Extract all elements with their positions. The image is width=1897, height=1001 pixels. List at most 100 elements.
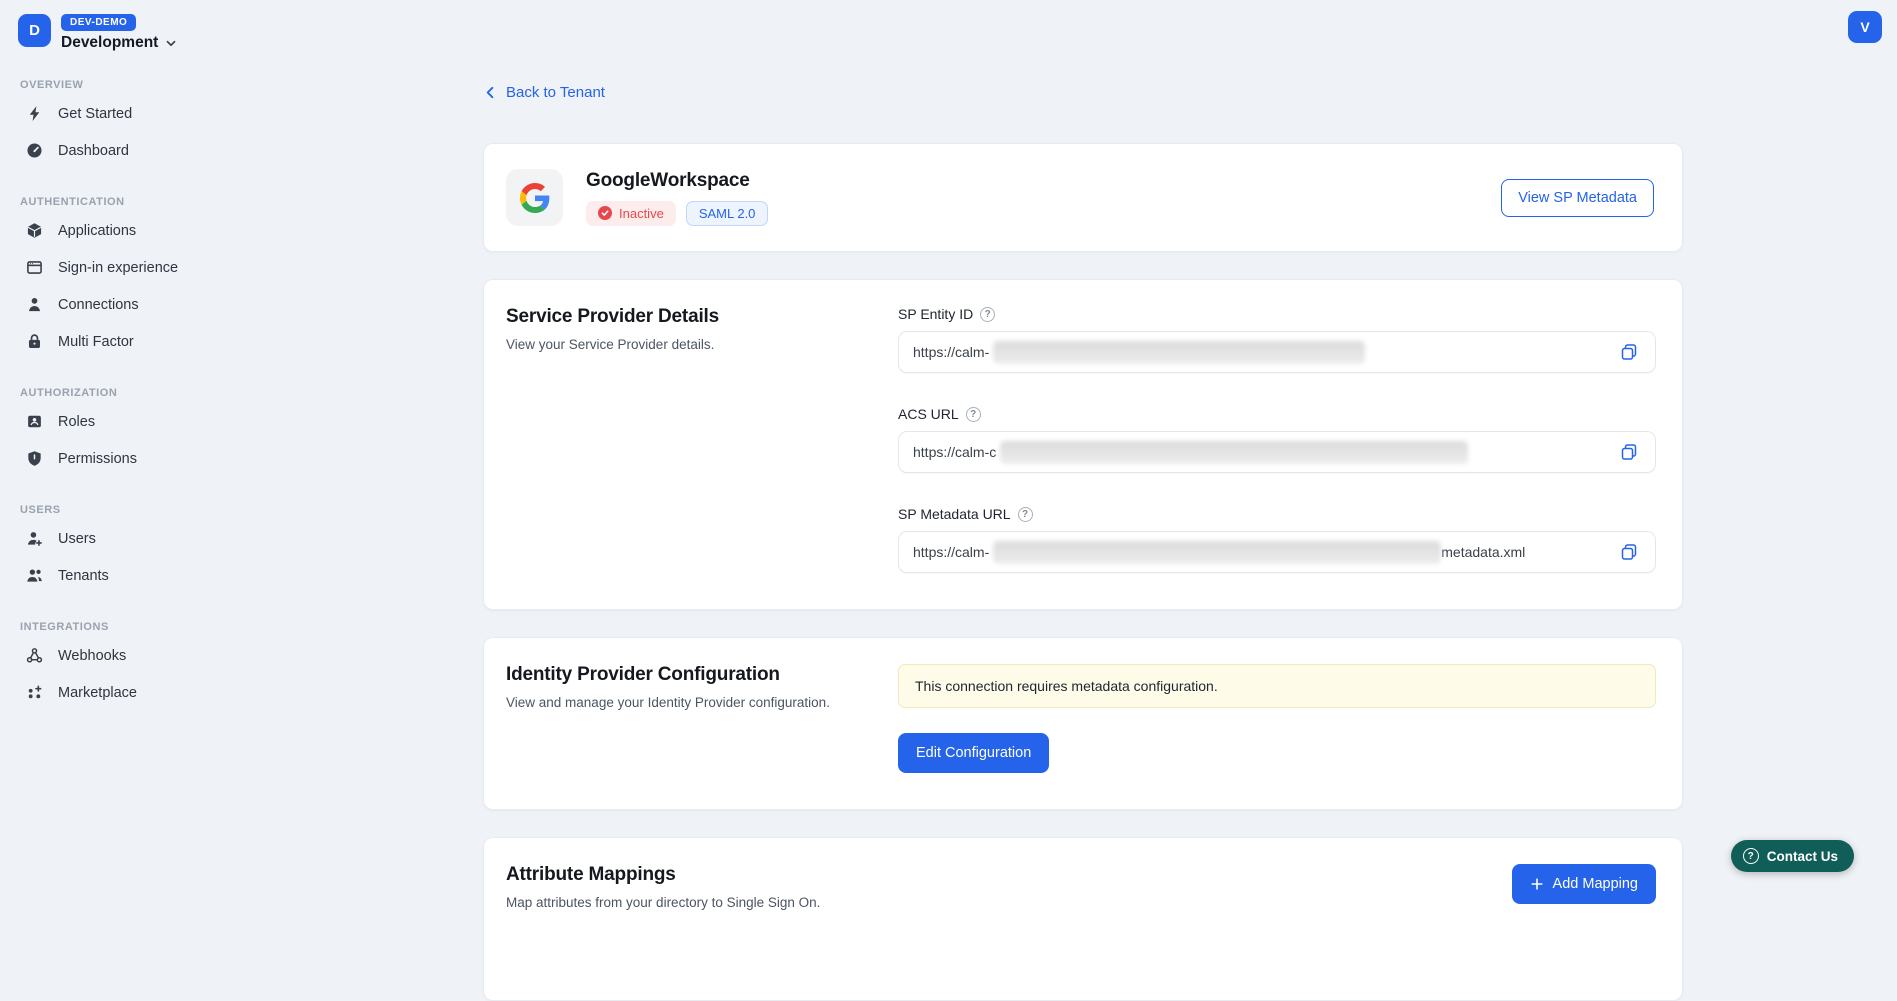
chevron-down-icon — [164, 36, 178, 50]
user-plus-icon — [26, 530, 43, 547]
sp-metadata-url-field: SP Metadata URL ? https://calm- metadata… — [898, 506, 1656, 573]
webhook-icon — [26, 647, 43, 664]
back-link-label: Back to Tenant — [506, 84, 605, 101]
sp-metadata-url-value[interactable]: https://calm- metadata.xml — [898, 531, 1656, 573]
contact-us-button[interactable]: ? Contact Us — [1731, 840, 1854, 872]
sidebar-item-multi-factor[interactable]: Multi Factor — [18, 323, 282, 360]
metadata-required-alert: This connection requires metadata config… — [898, 664, 1656, 708]
help-icon[interactable]: ? — [980, 307, 995, 322]
section-title: Attribute Mappings — [506, 864, 831, 886]
people-icon — [26, 567, 43, 584]
workspace-name: Development — [61, 34, 158, 52]
sidebar-item-applications[interactable]: Applications — [18, 212, 282, 249]
contact-us-label: Contact Us — [1767, 849, 1838, 864]
grid-plus-icon — [26, 684, 43, 701]
protocol-badge: SAML 2.0 — [686, 201, 769, 226]
nav-section-integrations: INTEGRATIONS — [18, 621, 282, 633]
section-title: Service Provider Details — [506, 306, 831, 328]
cube-icon — [26, 222, 43, 239]
sidebar-item-roles[interactable]: Roles — [18, 403, 282, 440]
sidebar-item-connections[interactable]: Connections — [18, 286, 282, 323]
nav-section-authentication: AUTHENTICATION — [18, 196, 282, 208]
section-title: Identity Provider Configuration — [506, 664, 831, 686]
field-value-suffix: metadata.xml — [1441, 544, 1525, 560]
person-icon — [26, 296, 43, 313]
sidebar-item-dashboard[interactable]: Dashboard — [18, 132, 282, 169]
view-sp-metadata-button[interactable]: View SP Metadata — [1501, 179, 1654, 217]
status-label: Inactive — [619, 206, 664, 221]
workspace-switcher[interactable]: D DEV-DEMO Development — [18, 12, 282, 52]
question-circle-icon: ? — [1743, 848, 1759, 864]
sidebar-item-label: Multi Factor — [58, 334, 134, 350]
field-value-prefix: https://calm- — [913, 544, 989, 560]
gauge-icon — [26, 142, 43, 159]
plus-icon — [1530, 877, 1544, 891]
copy-button[interactable] — [1617, 440, 1641, 464]
add-mapping-button[interactable]: Add Mapping — [1512, 864, 1656, 904]
add-mapping-label: Add Mapping — [1553, 876, 1638, 892]
main-content: Back to Tenant GoogleWorkspace Inactive — [483, 84, 1683, 1001]
section-subtitle: View and manage your Identity Provider c… — [506, 695, 831, 710]
copy-button[interactable] — [1617, 540, 1641, 564]
sidebar-item-sign-in-experience[interactable]: Sign-in experience — [18, 249, 282, 286]
sidebar-item-label: Dashboard — [58, 143, 129, 159]
bolt-icon — [26, 105, 43, 122]
shield-icon — [26, 450, 43, 467]
help-icon[interactable]: ? — [966, 407, 981, 422]
field-label: SP Metadata URL — [898, 506, 1011, 522]
nav-section-overview: OVERVIEW — [18, 79, 282, 91]
browser-window-icon — [26, 259, 43, 276]
status-check-circle-icon — [598, 206, 612, 220]
sidebar: D DEV-DEMO Development OVERVIEW Get Star… — [0, 0, 300, 723]
chevron-left-icon — [483, 85, 498, 100]
sidebar-item-label: Sign-in experience — [58, 260, 178, 276]
redacted-value — [993, 541, 1441, 564]
help-icon[interactable]: ? — [1018, 507, 1033, 522]
copy-icon — [1619, 442, 1639, 462]
nav-section-authorization: AUTHORIZATION — [18, 387, 282, 399]
field-label: ACS URL — [898, 406, 959, 422]
sidebar-item-permissions[interactable]: Permissions — [18, 440, 282, 477]
sidebar-item-label: Roles — [58, 414, 95, 430]
sidebar-item-label: Get Started — [58, 106, 132, 122]
google-logo — [506, 169, 563, 226]
copy-icon — [1619, 342, 1639, 362]
sidebar-item-label: Applications — [58, 223, 136, 239]
copy-button[interactable] — [1617, 340, 1641, 364]
sidebar-item-label: Connections — [58, 297, 139, 313]
workspace-logo: D — [18, 14, 51, 47]
sidebar-item-label: Webhooks — [58, 648, 126, 664]
user-avatar[interactable]: V — [1848, 11, 1882, 43]
sidebar-item-label: Marketplace — [58, 685, 137, 701]
acs-url-field: ACS URL ? https://calm-c — [898, 406, 1656, 473]
sidebar-item-get-started[interactable]: Get Started — [18, 95, 282, 132]
sidebar-item-label: Permissions — [58, 451, 137, 467]
sidebar-item-users[interactable]: Users — [18, 520, 282, 557]
nav-section-users: USERS — [18, 504, 282, 516]
acs-url-value[interactable]: https://calm-c — [898, 431, 1656, 473]
back-to-tenant-link[interactable]: Back to Tenant — [483, 84, 605, 101]
connection-title: GoogleWorkspace — [586, 170, 768, 192]
sidebar-item-webhooks[interactable]: Webhooks — [18, 637, 282, 674]
google-g-icon — [520, 183, 550, 213]
status-badge: Inactive — [586, 201, 676, 226]
sidebar-item-label: Tenants — [58, 568, 109, 584]
sp-entity-id-value[interactable]: https://calm- — [898, 331, 1656, 373]
sidebar-item-label: Users — [58, 531, 96, 547]
sp-entity-id-field: SP Entity ID ? https://calm- — [898, 306, 1656, 373]
field-value-prefix: https://calm- — [913, 344, 989, 360]
idp-configuration-card: Identity Provider Configuration View and… — [483, 637, 1683, 810]
redacted-value — [993, 341, 1365, 364]
connection-header-card: GoogleWorkspace Inactive SAML 2.0 View S… — [483, 143, 1683, 252]
field-label: SP Entity ID — [898, 306, 973, 322]
section-subtitle: View your Service Provider details. — [506, 337, 831, 352]
lock-icon — [26, 333, 43, 350]
redacted-value — [1000, 441, 1468, 464]
copy-icon — [1619, 542, 1639, 562]
attribute-mappings-card: Attribute Mappings Map attributes from y… — [483, 837, 1683, 1001]
environment-badge: DEV-DEMO — [61, 14, 136, 31]
sidebar-item-tenants[interactable]: Tenants — [18, 557, 282, 594]
edit-configuration-button[interactable]: Edit Configuration — [898, 733, 1049, 773]
service-provider-details-card: Service Provider Details View your Servi… — [483, 279, 1683, 610]
sidebar-item-marketplace[interactable]: Marketplace — [18, 674, 282, 711]
